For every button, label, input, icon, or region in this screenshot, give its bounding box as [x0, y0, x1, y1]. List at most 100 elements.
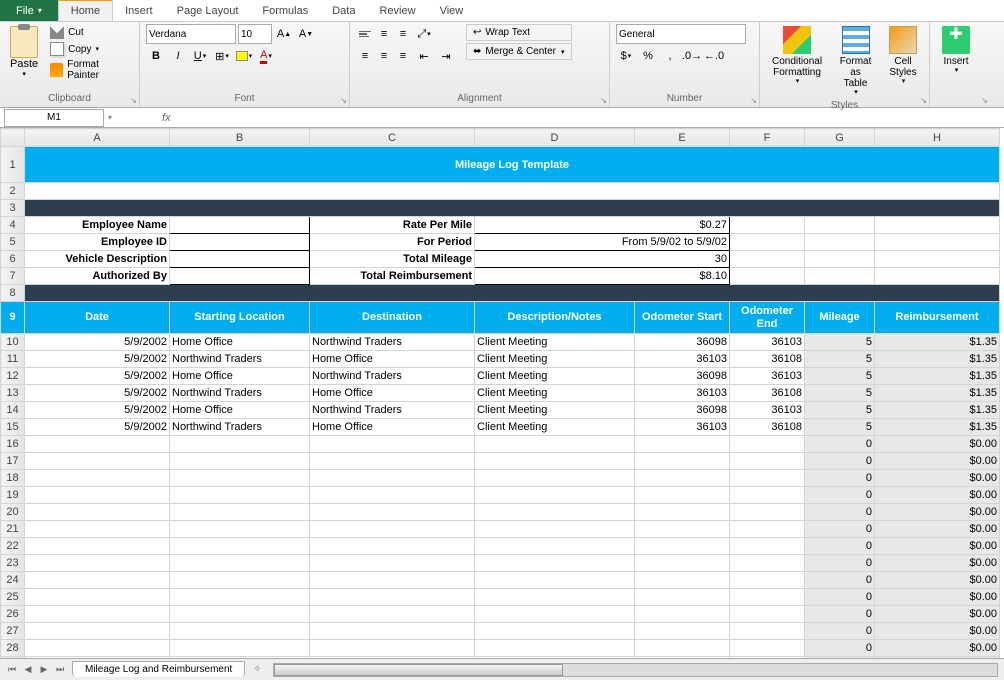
- cell-start[interactable]: Northwind Traders: [170, 351, 310, 368]
- cell-empty[interactable]: [25, 640, 170, 657]
- cell-reimb[interactable]: $0.00: [875, 453, 1000, 470]
- paste-button[interactable]: Paste ▾: [6, 24, 42, 80]
- cell-reimb[interactable]: $1.35: [875, 351, 1000, 368]
- cell-mileage[interactable]: 0: [805, 504, 875, 521]
- cell-empty[interactable]: [310, 470, 475, 487]
- font-size-select[interactable]: [238, 24, 272, 44]
- cell-date[interactable]: 5/9/2002: [25, 334, 170, 351]
- cell-empty[interactable]: [635, 521, 730, 538]
- cell-empty[interactable]: [730, 640, 805, 657]
- cell-desc[interactable]: Client Meeting: [475, 368, 635, 385]
- cell-empty[interactable]: [635, 623, 730, 640]
- tab-data[interactable]: Data: [320, 0, 367, 21]
- cell-empty[interactable]: [730, 572, 805, 589]
- cell-desc[interactable]: Client Meeting: [475, 334, 635, 351]
- cell-reimb[interactable]: $0.00: [875, 487, 1000, 504]
- cell-oend[interactable]: 36108: [730, 351, 805, 368]
- cell-empty[interactable]: [170, 521, 310, 538]
- cell-empty[interactable]: [475, 589, 635, 606]
- borders-button[interactable]: ⊞: [212, 46, 232, 66]
- cell-oend[interactable]: 36103: [730, 368, 805, 385]
- cell-reimb[interactable]: $0.00: [875, 504, 1000, 521]
- row-header-11[interactable]: 11: [1, 351, 25, 368]
- row-header-23[interactable]: 23: [1, 555, 25, 572]
- grow-font-button[interactable]: A▲: [274, 24, 294, 44]
- cell-empty[interactable]: [310, 589, 475, 606]
- cell-reimb[interactable]: $0.00: [875, 538, 1000, 555]
- cell-empty[interactable]: [25, 504, 170, 521]
- cell-empty[interactable]: [475, 453, 635, 470]
- cut-button[interactable]: Cut: [46, 24, 133, 40]
- cell-empty[interactable]: [25, 538, 170, 555]
- sheet-tab-active[interactable]: Mileage Log and Reimbursement: [72, 661, 245, 677]
- cell-empty[interactable]: [475, 657, 635, 659]
- bold-button[interactable]: B: [146, 46, 166, 66]
- row-header-15[interactable]: 15: [1, 419, 25, 436]
- cell-empty[interactable]: [730, 623, 805, 640]
- cell-empty[interactable]: [25, 487, 170, 504]
- cell-mileage[interactable]: 0: [805, 555, 875, 572]
- table-header[interactable]: Date: [25, 302, 170, 334]
- cell-empty[interactable]: [730, 470, 805, 487]
- cell-oend[interactable]: 36103: [730, 402, 805, 419]
- fx-icon[interactable]: fx: [156, 112, 177, 124]
- tab-page-layout[interactable]: Page Layout: [165, 0, 251, 21]
- cell-desc[interactable]: Client Meeting: [475, 419, 635, 436]
- cell-empty[interactable]: [170, 657, 310, 659]
- cell-empty[interactable]: [730, 555, 805, 572]
- table-header[interactable]: Description/Notes: [475, 302, 635, 334]
- wrap-text-button[interactable]: ↩ Wrap Text: [466, 24, 572, 41]
- cell-empty[interactable]: [310, 657, 475, 659]
- cell-mileage[interactable]: 0: [805, 623, 875, 640]
- cell-empty[interactable]: [170, 640, 310, 657]
- cell-empty[interactable]: [170, 623, 310, 640]
- cell-mileage[interactable]: 5: [805, 368, 875, 385]
- cell-empty[interactable]: [310, 504, 475, 521]
- cell-mileage[interactable]: 5: [805, 419, 875, 436]
- cell-empty[interactable]: [730, 538, 805, 555]
- align-top-button[interactable]: [356, 25, 374, 43]
- row-header-7[interactable]: 7: [1, 268, 25, 285]
- cell-ostart[interactable]: 36098: [635, 402, 730, 419]
- row-header-22[interactable]: 22: [1, 538, 25, 555]
- col-header-B[interactable]: B: [170, 129, 310, 147]
- cell-empty[interactable]: [475, 436, 635, 453]
- cell-empty[interactable]: [475, 504, 635, 521]
- cell-empty[interactable]: [730, 589, 805, 606]
- cell-empty[interactable]: [310, 453, 475, 470]
- cell-empty[interactable]: [635, 640, 730, 657]
- cell-empty[interactable]: [730, 453, 805, 470]
- cell-mileage[interactable]: 5: [805, 334, 875, 351]
- merge-center-button[interactable]: ⬌ Merge & Center: [466, 43, 572, 60]
- cell-ostart[interactable]: 36103: [635, 385, 730, 402]
- info-input[interactable]: [170, 251, 310, 268]
- table-header[interactable]: Mileage: [805, 302, 875, 334]
- cell-empty[interactable]: [635, 555, 730, 572]
- cell-start[interactable]: Home Office: [170, 368, 310, 385]
- cell-reimb[interactable]: $0.00: [875, 657, 1000, 659]
- cell-empty[interactable]: [25, 555, 170, 572]
- cell-empty[interactable]: [310, 606, 475, 623]
- cell-reimb[interactable]: $0.00: [875, 436, 1000, 453]
- cell-empty[interactable]: [730, 657, 805, 659]
- cell-mileage[interactable]: 0: [805, 436, 875, 453]
- cell-empty[interactable]: [730, 504, 805, 521]
- cell-empty[interactable]: [475, 538, 635, 555]
- cell-date[interactable]: 5/9/2002: [25, 402, 170, 419]
- cell-start[interactable]: Home Office: [170, 334, 310, 351]
- cell-empty[interactable]: [170, 453, 310, 470]
- font-name-select[interactable]: [146, 24, 236, 44]
- table-header[interactable]: Reimbursement: [875, 302, 1000, 334]
- cell-empty[interactable]: [310, 436, 475, 453]
- cell-date[interactable]: 5/9/2002: [25, 368, 170, 385]
- cell-mileage[interactable]: 5: [805, 351, 875, 368]
- info-value[interactable]: $0.27: [475, 217, 730, 234]
- cell-empty[interactable]: [635, 606, 730, 623]
- cell-ostart[interactable]: 36098: [635, 334, 730, 351]
- row-header-27[interactable]: 27: [1, 623, 25, 640]
- cell-desc[interactable]: Client Meeting: [475, 385, 635, 402]
- cell-reimb[interactable]: $0.00: [875, 572, 1000, 589]
- cell-empty[interactable]: [25, 436, 170, 453]
- new-sheet-button[interactable]: ✧: [247, 662, 267, 678]
- cell-empty[interactable]: [170, 555, 310, 572]
